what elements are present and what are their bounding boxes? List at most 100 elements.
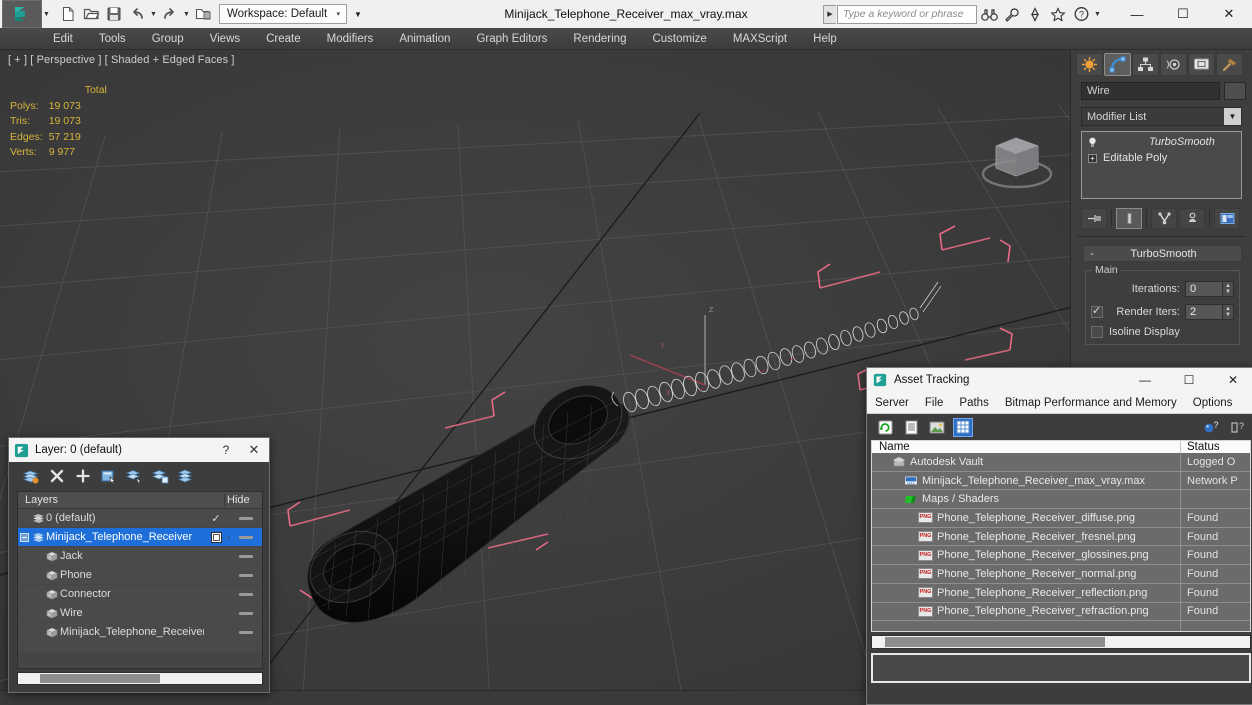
- asset-minimize-button[interactable]: —: [1123, 368, 1167, 392]
- modify-tab[interactable]: [1104, 53, 1131, 76]
- asset-row-diffuse[interactable]: Phone_Telephone_Receiver_diffuse.png Fou…: [872, 509, 1250, 528]
- asset-dialog-titlebar[interactable]: Asset Tracking — ☐ ✕: [867, 368, 1252, 392]
- layer-hide-toggle[interactable]: [228, 611, 262, 615]
- show-end-result-icon[interactable]: [1116, 207, 1142, 229]
- render-iters-stepper[interactable]: 2 ▲ ▼: [1185, 303, 1234, 320]
- asset-row-max-file[interactable]: MAX Minijack_Telephone_Receiver_max_vray…: [872, 471, 1250, 491]
- redo-dropdown-icon[interactable]: ▼: [182, 3, 191, 25]
- refresh-icon[interactable]: [875, 418, 895, 437]
- layer-dialog[interactable]: Layer: 0 (default) ? ✕ Layers Hide 0 (de…: [8, 437, 270, 693]
- grid-view-icon[interactable]: [953, 417, 973, 437]
- asset-tracking-dialog[interactable]: Asset Tracking — ☐ ✕ Server File Paths B…: [866, 367, 1252, 705]
- undo-dropdown-icon[interactable]: ▼: [149, 3, 158, 25]
- layer-hide-toggle[interactable]: [228, 554, 262, 558]
- asset-row-reflection[interactable]: Phone_Telephone_Receiver_reflection.png …: [872, 583, 1250, 603]
- display-tab[interactable]: [1188, 53, 1215, 76]
- minimize-button[interactable]: —: [1114, 0, 1160, 28]
- create-tab[interactable]: [1076, 53, 1103, 76]
- layer-dialog-help-button[interactable]: ?: [213, 443, 239, 457]
- menu-item-graph-editors[interactable]: Graph Editors: [463, 28, 560, 50]
- menu-item-customize[interactable]: Customize: [639, 28, 719, 50]
- asset-list[interactable]: Name Status Autodesk Vault Logged O MAX …: [871, 440, 1251, 632]
- asset-close-button[interactable]: ✕: [1211, 368, 1252, 392]
- iterations-value[interactable]: 0: [1185, 280, 1223, 297]
- menu-item-edit[interactable]: Edit: [40, 28, 86, 50]
- render-iters-checkbox[interactable]: [1091, 304, 1103, 318]
- layer-row-phone[interactable]: Phone: [18, 566, 262, 585]
- modifier-stack-item-editable-poly[interactable]: + Editable Poly: [1082, 150, 1241, 166]
- asset-menu-file[interactable]: File: [917, 397, 952, 409]
- motion-tab[interactable]: [1160, 53, 1187, 76]
- spinner-arrows-icon[interactable]: ▲ ▼: [1223, 280, 1234, 297]
- asset-column-status[interactable]: Status: [1180, 441, 1250, 453]
- asset-column-name[interactable]: Name: [872, 441, 1180, 453]
- binoculars-icon[interactable]: [978, 3, 1000, 25]
- select-highlighted-objects-icon[interactable]: [125, 466, 144, 485]
- asset-horizontal-scrollbar[interactable]: [871, 635, 1251, 649]
- asset-maximize-button[interactable]: ☐: [1167, 368, 1211, 392]
- wrench-icon[interactable]: [1001, 3, 1023, 25]
- layer-row-wire[interactable]: Wire: [18, 604, 262, 623]
- utilities-tab[interactable]: [1216, 53, 1243, 76]
- modifier-list-dropdown[interactable]: Modifier List ▼: [1081, 107, 1242, 126]
- configure-modifier-sets-icon[interactable]: [1214, 207, 1240, 229]
- asset-menu-bitmap-performance[interactable]: Bitmap Performance and Memory: [997, 397, 1185, 409]
- object-name-field[interactable]: Wire: [1081, 82, 1220, 100]
- menu-item-create[interactable]: Create: [253, 28, 314, 50]
- iterations-stepper[interactable]: 0 ▲ ▼: [1185, 280, 1234, 297]
- layer-hide-toggle[interactable]: [228, 630, 262, 634]
- close-button[interactable]: ✕: [1206, 0, 1252, 28]
- menu-item-maxscript[interactable]: MAXScript: [720, 28, 800, 50]
- help-dropdown-icon[interactable]: ▼: [1093, 3, 1102, 25]
- menu-item-animation[interactable]: Animation: [386, 28, 463, 50]
- layer-row-connector[interactable]: Connector: [18, 585, 262, 604]
- layer-row-default[interactable]: 0 (default) ✓: [18, 509, 262, 528]
- select-objects-in-layer-icon[interactable]: [99, 466, 118, 485]
- layer-dialog-close-button[interactable]: ✕: [239, 442, 269, 458]
- layer-column-layers[interactable]: Layers: [18, 494, 224, 506]
- hide-unhide-layer-icon[interactable]: [177, 466, 196, 485]
- asset-row-glossines[interactable]: Phone_Telephone_Receiver_glossines.png F…: [872, 546, 1250, 566]
- layer-row-jack[interactable]: Jack: [18, 547, 262, 566]
- collapse-icon[interactable]: -: [1084, 248, 1100, 260]
- layer-hide-toggle[interactable]: [228, 535, 262, 539]
- asset-row-normal[interactable]: Phone_Telephone_Receiver_normal.png Foun…: [872, 565, 1250, 584]
- layer-hide-toggle[interactable]: [228, 573, 262, 577]
- menu-item-rendering[interactable]: Rendering: [560, 28, 639, 50]
- layer-hide-toggle[interactable]: [228, 516, 262, 520]
- menu-item-views[interactable]: Views: [197, 28, 253, 50]
- spinner-arrows-icon[interactable]: ▲ ▼: [1223, 303, 1234, 320]
- menu-item-help[interactable]: Help: [800, 28, 850, 50]
- light-bulb-icon[interactable]: [1086, 137, 1099, 148]
- highlight-selected-objects-icon[interactable]: [151, 466, 170, 485]
- compass-icon[interactable]: [1024, 3, 1046, 25]
- asset-menu-server[interactable]: Server: [867, 397, 917, 409]
- layer-row-minijack-object[interactable]: Minijack_Telephone_Receiver: [18, 623, 262, 642]
- expand-plus-icon[interactable]: +: [1086, 153, 1099, 163]
- undo-icon[interactable]: [126, 3, 148, 25]
- object-color-swatch[interactable]: [1224, 82, 1246, 100]
- redo-icon[interactable]: [159, 3, 181, 25]
- make-unique-icon[interactable]: [1151, 207, 1177, 229]
- delete-layer-icon[interactable]: [47, 466, 66, 485]
- layer-column-hide[interactable]: Hide: [224, 494, 262, 506]
- star-icon[interactable]: [1047, 3, 1069, 25]
- help-asset-icon[interactable]: ?: [1201, 418, 1221, 437]
- create-new-layer-icon[interactable]: [21, 466, 40, 485]
- scrollbar-thumb[interactable]: [885, 637, 1105, 647]
- maximize-button[interactable]: ☐: [1160, 0, 1206, 28]
- isoline-display-row[interactable]: Isoline Display: [1091, 326, 1234, 338]
- modifier-stack-item-turbosmooth[interactable]: TurboSmooth: [1082, 134, 1241, 150]
- help-icon[interactable]: ?: [1070, 3, 1092, 25]
- application-menu-chevron-icon[interactable]: ▼: [42, 3, 51, 25]
- workspace-dropdown-icon[interactable]: ▼: [350, 4, 366, 24]
- project-folder-icon[interactable]: [192, 3, 214, 25]
- isoline-display-checkbox[interactable]: [1091, 326, 1103, 338]
- layer-active-check[interactable]: ✓: [204, 512, 228, 525]
- thumbnail-view-icon[interactable]: [927, 418, 947, 437]
- layer-horizontal-scrollbar[interactable]: [17, 672, 263, 685]
- search-input[interactable]: Type a keyword or phrase: [837, 4, 977, 24]
- viewport-label[interactable]: [ + ] [ Perspective ] [ Shaded + Edged F…: [8, 54, 235, 66]
- search-prefix-icon[interactable]: ▶: [823, 4, 836, 24]
- remove-modifier-icon[interactable]: [1179, 207, 1205, 229]
